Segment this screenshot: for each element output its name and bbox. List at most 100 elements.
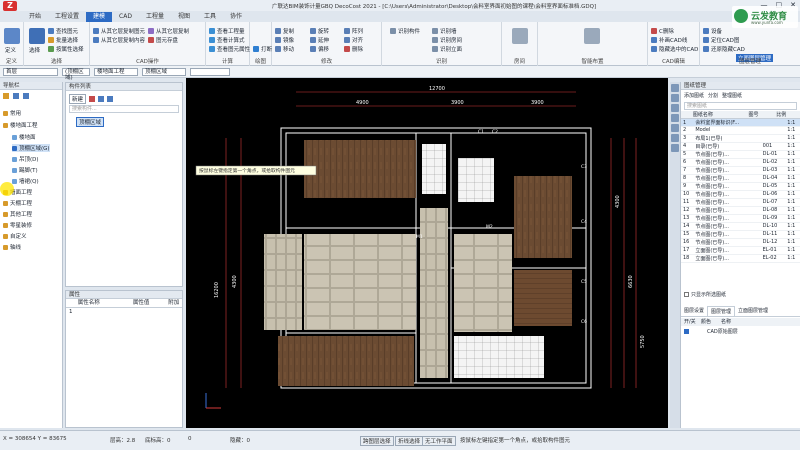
move-button[interactable]: 移动 [275, 45, 294, 53]
list-icon[interactable] [13, 93, 19, 99]
restore-cad-button[interactable]: 还原隐藏CAD [703, 45, 745, 53]
split-button[interactable]: 分割 [708, 92, 718, 99]
device-button[interactable]: 设备 [703, 27, 722, 35]
tab-quantities[interactable]: 工程量 [139, 12, 171, 22]
polyline-select-toggle[interactable]: 折线选择 [395, 436, 424, 446]
tab-cad[interactable]: CAD [112, 12, 139, 22]
floor-select[interactable]: 首层 [3, 68, 58, 76]
table-row[interactable]: 12 节点图(已导)... DL-08 1:1 [681, 206, 800, 215]
copy-other-button[interactable]: 从其它层复制 [148, 27, 189, 35]
tab-start[interactable]: 开始 [22, 12, 48, 22]
tab-view[interactable]: 视图 [171, 12, 197, 22]
view-quantity-button[interactable]: 查看工程量 [209, 27, 245, 35]
room-bedroom-right[interactable] [514, 176, 572, 258]
add-drawing-button[interactable]: 添加图纸 [684, 92, 704, 99]
tab-project-settings[interactable]: 工程设置 [48, 12, 86, 22]
table-row[interactable]: 15 节点图(已导)... DL-11 1:1 [681, 230, 800, 239]
drawing-search-input[interactable]: 搜索图纸 [684, 102, 797, 110]
nav-item-misc[interactable]: 零星装修 [3, 221, 32, 229]
folder-icon[interactable] [3, 93, 9, 99]
mirror-button[interactable]: 镜像 [275, 36, 294, 44]
room-living[interactable] [304, 234, 416, 330]
view-icon[interactable] [671, 134, 679, 142]
table-row[interactable]: 9 节点图(已导)... DL-05 1:1 [681, 182, 800, 191]
save-elements-button[interactable]: 图元存盘 [148, 36, 178, 44]
cross-layer-select-toggle[interactable]: 跨图层选择 [360, 436, 394, 446]
table-row[interactable]: 17 立面图(已导)... EL-01 1:1 [681, 246, 800, 255]
table-row[interactable]: 14 节点图(已导)... DL-10 1:1 [681, 222, 800, 231]
tab-modeling[interactable]: 建模 [86, 12, 113, 22]
pan-icon[interactable] [671, 94, 679, 102]
extra-select[interactable] [190, 68, 230, 76]
work-plane-select[interactable]: 无工作平面 [422, 436, 456, 446]
recognize-room-button[interactable]: 识别房间 [432, 36, 462, 44]
organize-drawing-button[interactable]: 整理图纸 [722, 92, 742, 99]
item-select[interactable]: 顶棚区域 [142, 68, 186, 76]
recognize-component-button[interactable]: 识别构件 [390, 27, 420, 35]
rotate-button[interactable]: 旋转 [310, 27, 329, 35]
nav-item-other-works[interactable]: 其他工程 [3, 210, 32, 218]
checkbox-checked-icon[interactable] [684, 329, 689, 334]
type-select[interactable]: (顶棚区域) [62, 68, 90, 81]
new-component-button[interactable]: 新建 [69, 94, 87, 104]
table-row[interactable]: 2 Model 1:1 [681, 126, 800, 135]
view-formula-button[interactable]: 查看计算式 [209, 36, 245, 44]
cad-delete-button[interactable]: C删除 [651, 27, 674, 35]
define-button[interactable]: 定义 [5, 46, 16, 54]
define-icon[interactable] [4, 28, 20, 44]
table-row[interactable]: 11 节点图(已导)... DL-07 1:1 [681, 198, 800, 207]
select-icon[interactable] [29, 28, 45, 44]
recognize-elevation-button[interactable]: 识别立面 [432, 45, 462, 53]
table-row[interactable]: 18 立面图(已导)... EL-02 1:1 [681, 254, 800, 263]
copy-from-floor-button[interactable]: 从其它层复制图元 [93, 27, 145, 35]
room-kitchen[interactable] [454, 336, 544, 378]
tab-elevation-layers[interactable]: 立面图层管理 [735, 306, 771, 316]
delete-button[interactable]: 删除 [344, 45, 363, 53]
room-study-right[interactable] [514, 270, 572, 326]
table-row[interactable]: 7 节点图(已导)... DL-03 1:1 [681, 166, 800, 175]
grid-icon[interactable] [671, 114, 679, 122]
table-row[interactable]: 6 节点图(已导)... DL-02 1:1 [681, 158, 800, 167]
room-hall[interactable] [420, 208, 448, 378]
nav-item-axis[interactable]: 轴线 [3, 243, 21, 251]
nav-item-ceiling-works[interactable]: 天棚工程 [3, 199, 32, 207]
batch-select-button[interactable]: 批量选择 [48, 36, 78, 44]
cad-drawing-canvas[interactable]: 12700 4900 3900 3900 16200 4300 4300 663… [186, 78, 668, 428]
select-by-prop-button[interactable]: 按属性选择 [48, 45, 84, 53]
table-row[interactable]: 8 节点图(已导)... DL-04 1:1 [681, 174, 800, 183]
room-corridor-left[interactable] [264, 234, 302, 330]
nav-item-floor[interactable]: 楼地面 [12, 133, 36, 141]
nav-item-ceiling-area[interactable]: 顶棚区域(G) [12, 144, 50, 152]
find-element-button[interactable]: 查找图元 [48, 27, 78, 35]
room-toilet[interactable] [458, 158, 494, 202]
tab-tools[interactable]: 工具 [197, 12, 223, 22]
table-row[interactable]: 13 节点图(已导)... DL-09 1:1 [681, 214, 800, 223]
layer-row[interactable]: CAD原始图层 [684, 328, 738, 335]
floorplan-svg[interactable]: 12700 4900 3900 3900 16200 4300 4300 663… [186, 78, 668, 428]
smart-place-icon[interactable] [584, 28, 600, 44]
table-row[interactable]: 4 目录(已导) 001 1:1 [681, 142, 800, 151]
table-row[interactable]: 16 节点图(已导)... DL-12 1:1 [681, 238, 800, 247]
table-row[interactable]: 5 节点图(已导)... DL-01 1:1 [681, 150, 800, 159]
table-row[interactable]: 1 会料室界面标识(F... 1:1 [681, 119, 800, 128]
category-select[interactable]: 楼地面工程 [94, 68, 138, 76]
copy-icon[interactable] [98, 96, 105, 102]
tab-layer-settings[interactable]: 图层设置 [681, 306, 707, 316]
delete-icon[interactable] [89, 96, 96, 102]
component-item[interactable]: 顶棚区域 [76, 117, 105, 127]
locate-cad-button[interactable]: 定位CAD图 [703, 36, 739, 44]
extend-button[interactable]: 延伸 [310, 36, 329, 44]
nav-item-suspended-ceiling[interactable]: 吊顶(D) [12, 155, 39, 163]
break-button[interactable]: 打断 [253, 45, 272, 53]
nav-item-floor-works[interactable]: 楼地面工程 [3, 121, 38, 129]
tab-layer-management[interactable]: 图层管理 [707, 306, 736, 316]
copy-content-button[interactable]: 从其它层复制内容 [93, 36, 145, 44]
settings-icon[interactable] [671, 124, 679, 132]
room-icon[interactable] [512, 28, 528, 44]
offset-button[interactable]: 偏移 [310, 45, 329, 53]
zoom-icon[interactable] [671, 84, 679, 92]
room-bedroom-bottom[interactable] [278, 336, 414, 386]
table-row[interactable]: 10 节点图(已导)... DL-06 1:1 [681, 190, 800, 199]
nav-item-custom[interactable]: 自定义 [3, 232, 27, 240]
view-props-button[interactable]: 查看图元属性 [209, 45, 250, 53]
